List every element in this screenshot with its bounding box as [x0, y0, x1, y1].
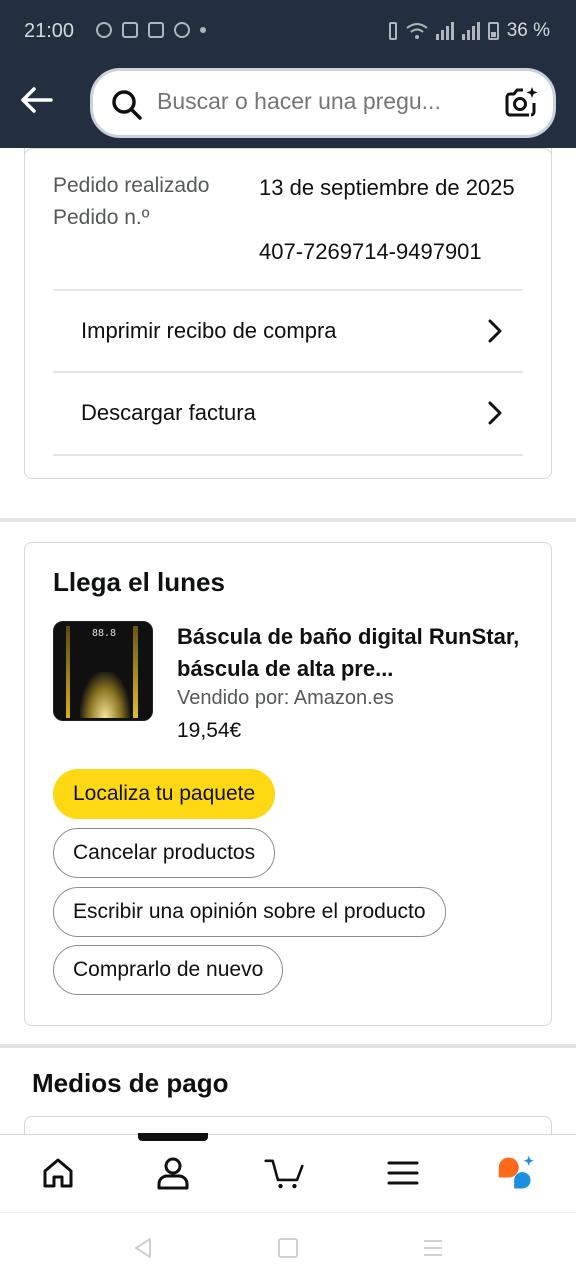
download-invoice-label: Descargar factura: [81, 400, 256, 425]
battery-icon: [487, 22, 499, 40]
download-invoice-link[interactable]: Descargar factura: [53, 371, 523, 453]
android-icon: [122, 22, 138, 38]
battery-percent: 36 %: [506, 20, 550, 41]
chevron-right-icon: [488, 401, 502, 425]
key-icon: [174, 22, 190, 38]
whatsapp-icon: [96, 22, 112, 38]
gmail-icon: [148, 22, 164, 38]
status-bar: 21:00 36 %: [0, 0, 576, 66]
notification-icons: [96, 22, 206, 38]
menu-icon: [387, 1161, 419, 1185]
account-icon: [157, 1157, 189, 1190]
system-status-icons: 36 %: [388, 20, 550, 42]
camera-search-icon[interactable]: [503, 85, 539, 121]
nav-assistant[interactable]: [496, 1153, 536, 1193]
active-tab-indicator: [138, 1133, 208, 1141]
payment-heading: Medios de pago: [32, 1068, 229, 1098]
more-notifications-icon: [200, 27, 206, 33]
section-divider: [0, 518, 576, 522]
home-icon: [43, 1158, 73, 1188]
bottom-navigation: [0, 1133, 576, 1212]
system-back-icon[interactable]: [132, 1237, 154, 1259]
buy-again-button[interactable]: Comprarlo de nuevo: [53, 945, 284, 995]
nav-menu[interactable]: [383, 1153, 423, 1193]
track-package-button[interactable]: Localiza tu paquete: [53, 769, 276, 819]
nav-cart[interactable]: [264, 1153, 304, 1193]
arrival-heading: Llega el lunes: [53, 567, 225, 597]
nav-account[interactable]: [153, 1153, 193, 1193]
chevron-right-icon: [488, 319, 502, 343]
arrow-left-icon: [21, 87, 53, 113]
product-image[interactable]: 88.8: [53, 621, 153, 721]
search-bar[interactable]: [90, 68, 556, 138]
back-button[interactable]: [16, 82, 56, 118]
print-receipt-link[interactable]: Imprimir recibo de compra: [53, 289, 523, 371]
order-info-card: Pedido realizado 13 de septiembre de 202…: [24, 148, 552, 479]
wifi-icon: [406, 23, 428, 39]
system-home-icon[interactable]: [277, 1237, 299, 1259]
signal-icon: [435, 22, 454, 40]
system-recents-icon[interactable]: [422, 1237, 444, 1259]
print-receipt-label: Imprimir recibo de compra: [81, 318, 337, 343]
order-date-value: 13 de septiembre de 2025: [259, 175, 515, 200]
product-price: 19,54€: [177, 719, 242, 742]
nav-home[interactable]: [38, 1153, 78, 1193]
vibrate-icon: [388, 22, 397, 40]
order-number-value: 407-7269714-9497901: [259, 239, 482, 264]
write-review-button[interactable]: Escribir una opinión sobre el producto: [53, 887, 446, 937]
rufus-assistant-icon: [498, 1155, 534, 1189]
cancel-items-button[interactable]: Cancelar productos: [53, 828, 276, 878]
system-navigation-bar: [0, 1212, 576, 1280]
order-date-label: Pedido realizado: [53, 174, 210, 197]
row-divider: [53, 454, 523, 456]
section-divider: [0, 1044, 576, 1048]
header: [0, 66, 576, 148]
scale-display: 88.8: [92, 628, 117, 639]
search-icon: [112, 90, 142, 120]
signal-2-icon: [461, 22, 480, 40]
status-time: 21:00: [24, 20, 75, 42]
product-title[interactable]: Báscula de baño digital RunStar, báscula…: [177, 621, 527, 685]
cart-icon: [264, 1159, 304, 1189]
order-number-label: Pedido n.º: [53, 206, 150, 229]
delivery-card: Llega el lunes 88.8 Báscula de baño digi…: [24, 542, 552, 1026]
search-input[interactable]: [157, 88, 487, 115]
product-seller: Vendido por: Amazon.es: [177, 687, 394, 709]
